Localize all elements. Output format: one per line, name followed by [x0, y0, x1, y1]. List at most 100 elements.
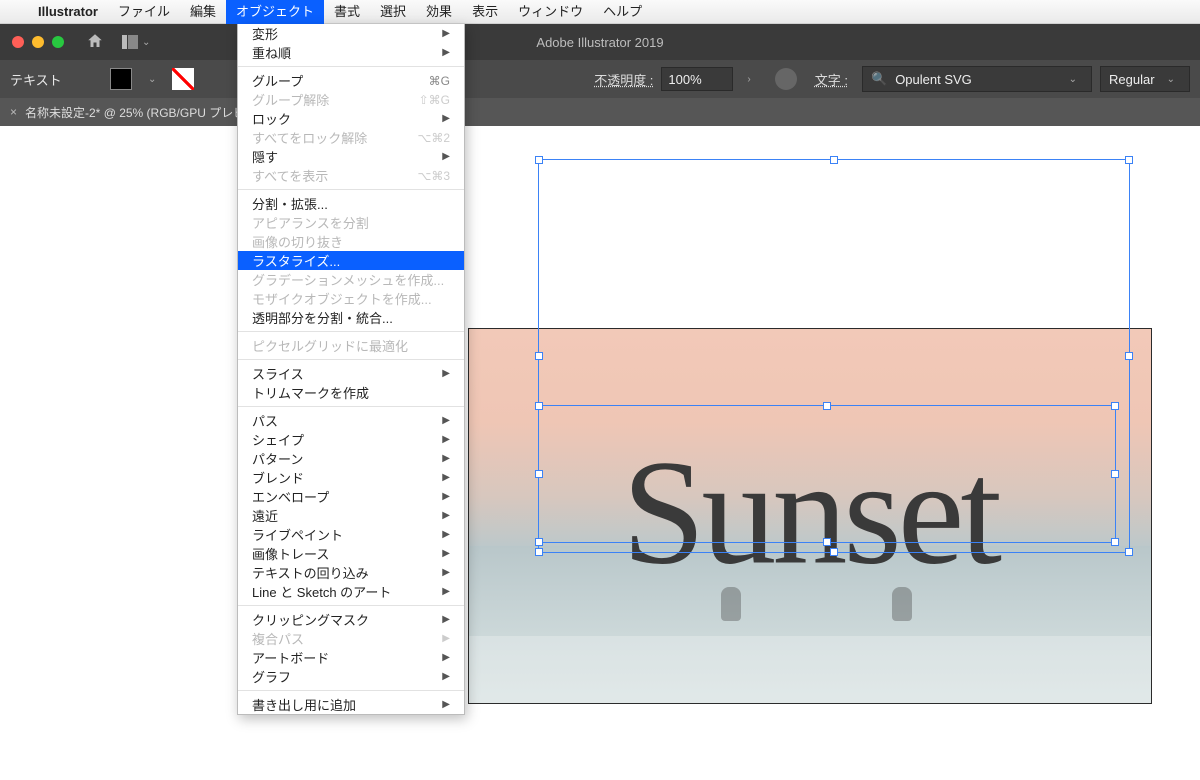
menu-item[interactable]: パス▶: [238, 411, 464, 430]
opacity-label[interactable]: 不透明度 :: [594, 70, 653, 89]
font-family-field[interactable]: 🔍 Opulent SVG ⌄: [862, 66, 1092, 92]
resize-handle[interactable]: [823, 402, 831, 410]
menu-item[interactable]: シェイプ▶: [238, 430, 464, 449]
opacity-field[interactable]: 100%: [661, 67, 733, 91]
menu-separator: [238, 66, 464, 67]
font-dropdown-icon[interactable]: ⌄: [1063, 74, 1083, 85]
menu-item-label: ロック: [252, 109, 291, 128]
menu-item[interactable]: 隠す▶: [238, 147, 464, 166]
font-family-value: Opulent SVG: [895, 72, 1054, 87]
menu-item[interactable]: スライス▶: [238, 364, 464, 383]
menu-item-label: 変形: [252, 24, 278, 43]
menu-item[interactable]: 画像トレース ▶: [238, 544, 464, 563]
close-window-button[interactable]: [12, 36, 24, 48]
menu-item[interactable]: Line と Sketch のアート▶: [238, 582, 464, 601]
resize-handle[interactable]: [1125, 156, 1133, 164]
menu-item-6[interactable]: 表示: [462, 0, 508, 24]
menu-item-4[interactable]: 選択: [370, 0, 416, 24]
menu-item[interactable]: 書き出し用に追加▶: [238, 695, 464, 714]
menu-item-7[interactable]: ウィンドウ: [508, 0, 593, 24]
fill-swatch[interactable]: [110, 68, 132, 90]
resize-handle[interactable]: [1111, 538, 1119, 546]
stroke-swatch[interactable]: [172, 68, 194, 90]
menu-item-3[interactable]: 書式: [324, 0, 370, 24]
resize-handle[interactable]: [823, 538, 831, 546]
workspace-switcher[interactable]: ⌄: [114, 35, 158, 49]
menu-item-label: 複合パス: [252, 629, 304, 648]
submenu-arrow-icon: ▶: [442, 699, 450, 710]
submenu-arrow-icon: ▶: [442, 614, 450, 625]
opacity-chevron[interactable]: ›: [741, 74, 756, 85]
menu-item-8[interactable]: ヘルプ: [593, 0, 652, 24]
resize-handle[interactable]: [535, 402, 543, 410]
menu-item-label: ライブペイント: [252, 525, 343, 544]
home-icon[interactable]: [76, 32, 114, 53]
submenu-arrow-icon: ▶: [442, 491, 450, 502]
menu-item[interactable]: アートボード▶: [238, 648, 464, 667]
resize-handle[interactable]: [535, 156, 543, 164]
menu-separator: [238, 690, 464, 691]
menu-item-5[interactable]: 効果: [416, 0, 462, 24]
mac-menu-bar: Illustrator ファイル編集オブジェクト書式選択効果表示ウィンドウヘルプ: [0, 0, 1200, 24]
text-selection-box[interactable]: [538, 405, 1116, 543]
menu-item[interactable]: ロック ▶: [238, 109, 464, 128]
menu-item-label: アピアランスを分割: [252, 213, 369, 232]
submenu-arrow-icon: ▶: [442, 548, 450, 559]
menu-item[interactable]: 変形 ▶: [238, 24, 464, 43]
menu-item[interactable]: 重ね順▶: [238, 43, 464, 62]
submenu-arrow-icon: ▶: [442, 529, 450, 540]
search-icon: 🔍: [871, 71, 887, 87]
menu-item-2[interactable]: オブジェクト: [226, 0, 324, 24]
menu-item-label: 画像トレース: [252, 544, 329, 563]
resize-handle[interactable]: [535, 538, 543, 546]
maximize-window-button[interactable]: [52, 36, 64, 48]
menu-item-label: トリムマークを作成: [252, 383, 369, 402]
menu-item-label: ブレンド: [252, 468, 304, 487]
recolor-icon[interactable]: [775, 68, 797, 90]
resize-handle[interactable]: [1111, 470, 1119, 478]
resize-handle[interactable]: [1111, 402, 1119, 410]
resize-handle[interactable]: [830, 548, 838, 556]
menu-item[interactable]: クリッピングマスク▶: [238, 610, 464, 629]
resize-handle[interactable]: [1125, 548, 1133, 556]
menu-item-label: グループ解除: [252, 90, 329, 109]
font-weight-field[interactable]: Regular ⌄: [1100, 66, 1190, 92]
menu-item[interactable]: グループ⌘G: [238, 71, 464, 90]
menu-item[interactable]: トリムマークを作成: [238, 383, 464, 402]
menu-item-0[interactable]: ファイル: [108, 0, 180, 24]
window-controls: [0, 36, 76, 48]
submenu-arrow-icon: ▶: [442, 633, 450, 644]
minimize-window-button[interactable]: [32, 36, 44, 48]
submenu-arrow-icon: ▶: [442, 472, 450, 483]
menu-item[interactable]: テキストの回り込み▶: [238, 563, 464, 582]
close-tab-icon[interactable]: ×: [10, 105, 17, 119]
menu-item[interactable]: エンベロープ▶: [238, 487, 464, 506]
menu-item[interactable]: 分割・拡張...: [238, 194, 464, 213]
submenu-arrow-icon: ▶: [442, 28, 450, 39]
menu-item: アピアランスを分割: [238, 213, 464, 232]
resize-handle[interactable]: [535, 548, 543, 556]
resize-handle[interactable]: [1125, 352, 1133, 360]
resize-handle[interactable]: [830, 156, 838, 164]
menu-item[interactable]: ライブペイント ▶: [238, 525, 464, 544]
app-name[interactable]: Illustrator: [28, 4, 108, 19]
menu-item[interactable]: ラスタライズ...: [238, 251, 464, 270]
menu-shortcut: ⌘G: [429, 74, 450, 88]
weight-dropdown-icon[interactable]: ⌄: [1161, 74, 1181, 85]
fill-dropdown[interactable]: ⌄: [142, 74, 162, 85]
resize-handle[interactable]: [535, 470, 543, 478]
menu-item[interactable]: 透明部分を分割・統合...: [238, 308, 464, 327]
submenu-arrow-icon: ▶: [442, 113, 450, 124]
font-weight-value: Regular: [1109, 72, 1155, 87]
menu-shortcut: ⌥⌘2: [417, 131, 450, 145]
menu-item[interactable]: グラフ▶: [238, 667, 464, 686]
character-label[interactable]: 文字 :: [815, 70, 848, 89]
menu-item-label: すべてを表示: [252, 166, 328, 185]
menu-item[interactable]: パターン▶: [238, 449, 464, 468]
resize-handle[interactable]: [535, 352, 543, 360]
menu-item[interactable]: ブレンド ▶: [238, 468, 464, 487]
menu-item-1[interactable]: 編集: [180, 0, 226, 24]
menu-separator: [238, 605, 464, 606]
menu-item[interactable]: 遠近▶: [238, 506, 464, 525]
document-tab-bar: × 名称未設定-2* @ 25% (RGB/GPU プレビュー): [0, 98, 1200, 126]
